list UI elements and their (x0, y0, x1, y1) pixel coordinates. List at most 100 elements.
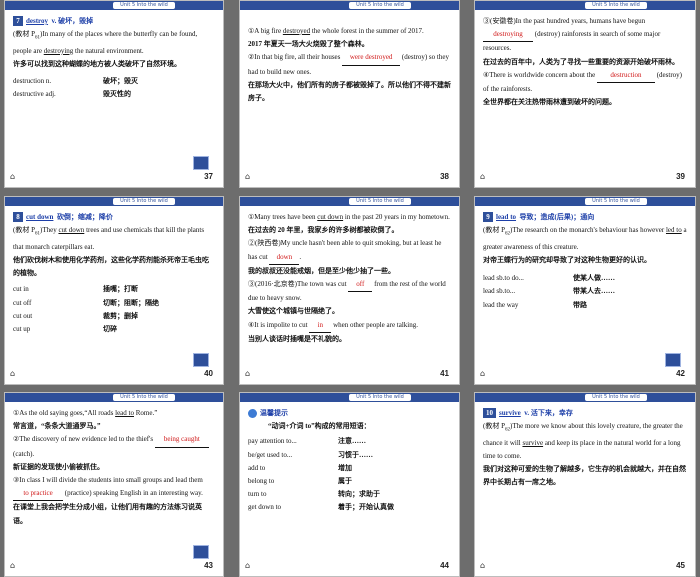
part-of-speech: v. (51, 17, 57, 25)
page-number: 40 (204, 369, 213, 378)
phrase-meaning: 切断；阻断；隔绝 (103, 298, 159, 307)
page-number: 38 (440, 172, 449, 181)
page-number: 37 (204, 172, 213, 181)
example-sentence: ④There is worldwide concern about the de… (483, 69, 682, 94)
unit-label: Unit 5 Into the wild (356, 2, 404, 8)
tip-title: 温馨提示 (260, 409, 288, 417)
answer-blank[interactable]: in (309, 319, 332, 333)
translation: 对帝王蝶行为的研究却导致了对这种生物更好的认识。 (483, 256, 651, 264)
answer-blank[interactable]: being caught (154, 433, 209, 448)
page-number: 43 (204, 561, 213, 570)
translation: 全世界都在关注热带雨林遭到破坏的问题。 (483, 98, 616, 107)
slide-header: Unit 5 Into the wild (475, 197, 695, 206)
phrase: be/get used to... (248, 450, 293, 459)
keyword-meaning: v. 活下来，幸存 (524, 409, 573, 417)
phrase: lead the way (483, 300, 519, 309)
example-sentence: ①Many trees have been cut down in the pa… (248, 213, 450, 221)
textbook-sentence: (教材 P62)The research on the monarch's be… (483, 226, 687, 251)
unit-label: Unit 5 Into the wild (592, 198, 640, 204)
slide-41[interactable]: Unit 5 Into the wild ①Many trees have be… (239, 196, 460, 385)
keyword: destroy (26, 17, 49, 25)
slide-header: Unit 5 Into the wild (5, 1, 223, 10)
slide-header: Unit 5 Into the wild (5, 197, 223, 206)
page-number: 45 (676, 561, 685, 570)
answer-blank[interactable]: destruction (596, 69, 655, 84)
translation: 当别人谈话时插嘴是不礼貌的。 (248, 334, 346, 343)
home-icon[interactable]: ⌂ (10, 369, 15, 378)
stamp-icon (193, 353, 209, 367)
item-badge: 8 (13, 212, 23, 223)
translation: 他们砍伐树木和使用化学药剂，这些化学药剂能杀死帝王毛虫吃的植物。 (13, 256, 209, 278)
answer-blank[interactable]: off (348, 278, 373, 293)
slide-38[interactable]: Unit 5 Into the wild ①A big fire destroy… (239, 0, 460, 188)
home-icon[interactable]: ⌂ (245, 172, 250, 181)
item-badge: 9 (483, 212, 493, 223)
textbook-sentence: (教材 P61)In many of the places where the … (13, 30, 198, 55)
slide-42[interactable]: Unit 5 Into the wild 9 lead to 导致；造成(后果)；… (474, 196, 696, 385)
derivative-meaning: 毁灭性的 (103, 90, 131, 99)
textbook-sentence: (教材 P61)They cut down trees and use chem… (13, 226, 205, 251)
slide-header: Unit 5 Into the wild (240, 197, 459, 206)
phrase-meaning: 切碎 (103, 325, 117, 334)
home-icon[interactable]: ⌂ (245, 369, 250, 378)
phrase: belong to (248, 477, 275, 486)
example-sentence: ③(2016·北京卷)The town was cut off from the… (248, 278, 446, 303)
translation: 常言道，“条条大道通罗马。” (13, 422, 101, 431)
tip-icon (248, 408, 257, 418)
slide-37[interactable]: Unit 5 Into the wild 7 destroy v. 破坏，毁掉 (… (4, 0, 224, 188)
slide-header: Unit 5 Into the wild (475, 1, 695, 10)
slide-header: Unit 5 Into the wild (240, 1, 459, 10)
answer-blank[interactable]: destroying (483, 28, 533, 43)
phrase: cut in (13, 285, 29, 294)
slide-43[interactable]: Unit 5 Into the wild ①As the old saying … (4, 392, 224, 577)
answer-blank[interactable]: to practice (13, 487, 63, 502)
keyword-meaning: 导致；造成(后果)；通向 (519, 213, 595, 221)
slide-header: Unit 5 Into the wild (475, 393, 695, 402)
translation: 新证据的发现使小偷被抓住。 (13, 462, 104, 471)
page-number: 42 (676, 369, 685, 378)
phrase-meaning: 使某人做…… (573, 274, 615, 283)
example-sentence: ②(陕西卷)My uncle hasn't been able to quit … (248, 237, 451, 265)
keyword: lead to (496, 213, 517, 221)
translation: 在过去的百年中，人类为了寻找一些重要的资源开始破坏雨林。 (483, 57, 679, 66)
unit-label: Unit 5 Into the wild (356, 198, 404, 204)
phrase-meaning: 注意…… (338, 437, 366, 446)
home-icon[interactable]: ⌂ (480, 369, 485, 378)
translation: 在那场大火中，他们所有的房子都被毁掉了。所以他们不得不建新房子。 (248, 80, 451, 103)
item-badge: 10 (483, 408, 496, 419)
example-sentence: ③In class I will divide the students int… (13, 474, 215, 502)
home-icon[interactable]: ⌂ (480, 561, 485, 570)
page-number: 44 (440, 561, 449, 570)
translation: 我们对这种可爱的生物了解越多，它生存的机会就越大，并在自然界中长期占有一席之地。 (483, 465, 686, 487)
home-icon[interactable]: ⌂ (480, 172, 485, 181)
stamp-icon (193, 545, 209, 559)
slide-45[interactable]: Unit 5 Into the wild 10 survive v. 活下来，幸存… (474, 392, 696, 577)
stamp-icon (665, 353, 681, 367)
keyword-meaning: 破坏，毁掉 (58, 17, 94, 25)
home-icon[interactable]: ⌂ (10, 561, 15, 570)
home-icon[interactable]: ⌂ (245, 561, 250, 570)
phrase-meaning: 着手；开始认真做 (338, 503, 394, 512)
home-icon[interactable]: ⌂ (10, 172, 15, 181)
phrase: lead sb.to do... (483, 274, 524, 283)
slide-40[interactable]: Unit 5 Into the wild 8 cut down 砍倒；缩减；降价 … (4, 196, 224, 385)
derivative-meaning: 破坏；毁灭 (103, 77, 138, 86)
example-sentence: ①As the old saying goes,“All roads lead … (13, 409, 158, 417)
page-number: 41 (440, 369, 449, 378)
slide-39[interactable]: Unit 5 Into the wild ③(安徽卷)In the past h… (474, 0, 696, 188)
unit-label: Unit 5 Into the wild (356, 394, 404, 400)
unit-label: Unit 5 Into the wild (592, 394, 640, 400)
page-number: 39 (676, 172, 685, 181)
item-badge: 7 (13, 16, 23, 27)
answer-blank[interactable]: down (269, 251, 300, 265)
section-title: “动词+介词 to”构成的常用短语： (268, 422, 371, 431)
phrase-meaning: 转向；求助于 (338, 490, 380, 499)
derivative-word: destruction n. (13, 77, 52, 86)
derivative-word: destructive adj. (13, 90, 56, 99)
phrase-meaning: 带某人去…… (573, 287, 615, 296)
answer-blank[interactable]: were destroyed (342, 51, 401, 66)
keyword-meaning: 砍倒；缩减；降价 (56, 213, 113, 221)
slide-44[interactable]: Unit 5 Into the wild 温馨提示 “动词+介词 to”构成的常… (239, 392, 460, 577)
phrase: turn to (248, 490, 267, 499)
phrase: cut up (13, 325, 31, 334)
